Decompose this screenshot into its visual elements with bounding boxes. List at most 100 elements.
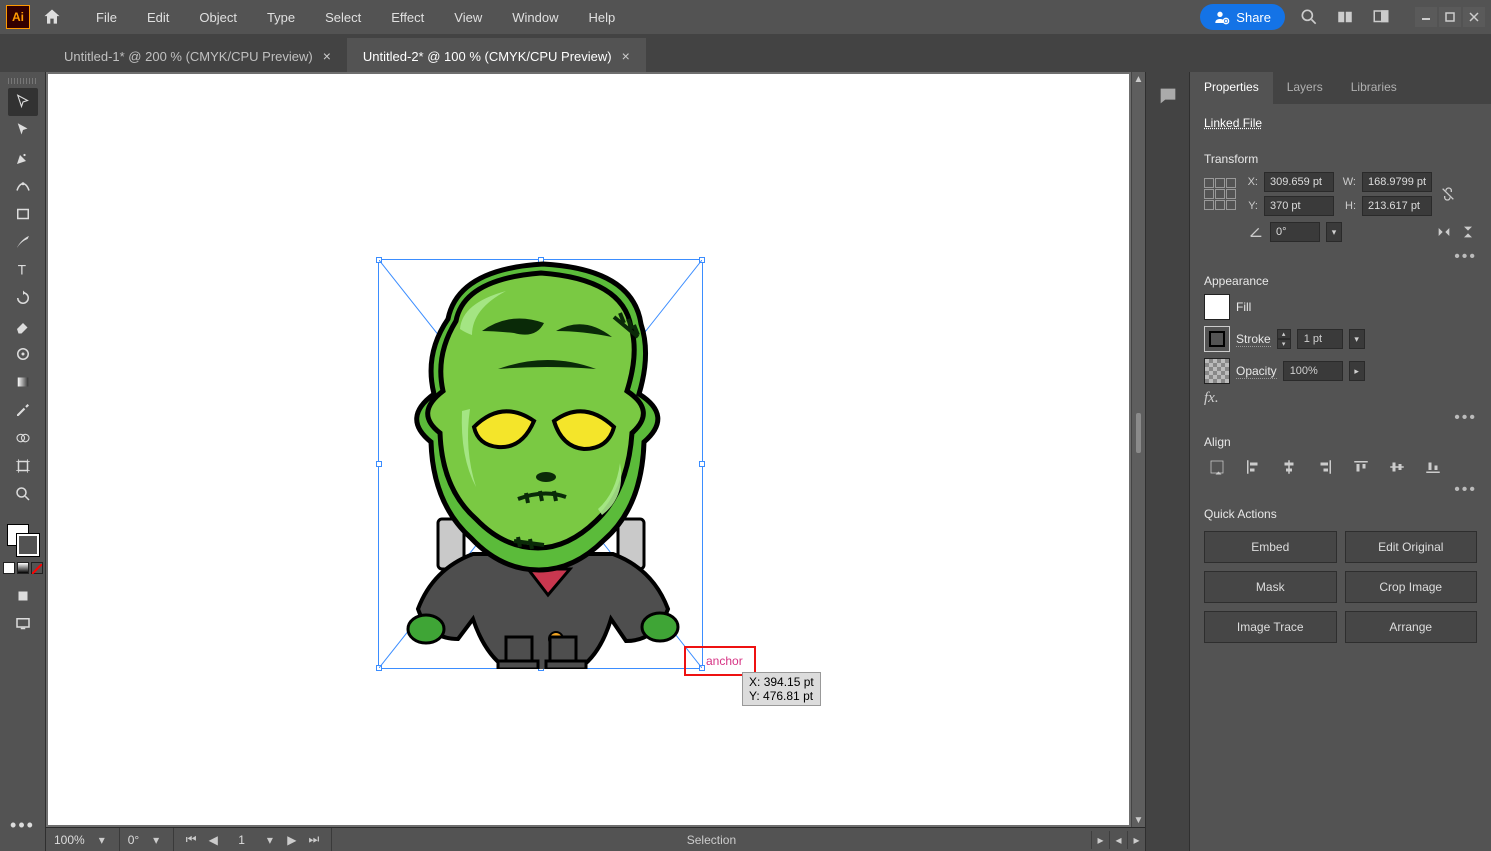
width-tool[interactable] (8, 340, 38, 368)
tab-untitled-2[interactable]: Untitled-2* @ 100 % (CMYK/CPU Preview) × (347, 38, 646, 72)
stroke-weight-stepper[interactable]: ▴▾ (1277, 329, 1291, 349)
menu-object[interactable]: Object (185, 6, 251, 29)
flip-vertical-icon[interactable] (1459, 223, 1477, 241)
menu-window[interactable]: Window (498, 6, 572, 29)
w-input[interactable] (1362, 172, 1432, 192)
constrain-proportions-icon[interactable] (1438, 184, 1458, 204)
stroke-weight-value[interactable]: 1 pt (1297, 329, 1343, 349)
arrange-button[interactable]: Arrange (1345, 611, 1478, 643)
angle-input[interactable] (1270, 222, 1320, 242)
close-button[interactable] (1463, 7, 1485, 27)
draw-mode-icon[interactable] (8, 582, 38, 610)
align-right-icon[interactable] (1312, 455, 1338, 479)
screen-mode-icon[interactable] (8, 610, 38, 638)
stroke-label[interactable]: Stroke (1236, 332, 1271, 347)
brush-tool[interactable] (8, 228, 38, 256)
align-more-options[interactable]: ••• (1204, 481, 1477, 499)
appearance-more-options[interactable]: ••• (1204, 409, 1477, 427)
close-icon[interactable]: × (323, 48, 331, 64)
artboard-tool[interactable] (8, 452, 38, 480)
stroke-weight-dropdown[interactable]: ▾ (1349, 329, 1365, 349)
align-hcenter-icon[interactable] (1276, 455, 1302, 479)
fill-swatch[interactable] (1204, 294, 1230, 320)
x-input[interactable] (1264, 172, 1334, 192)
opacity-value[interactable]: 100% (1283, 361, 1343, 381)
flip-horizontal-icon[interactable] (1435, 223, 1453, 241)
menu-select[interactable]: Select (311, 6, 375, 29)
menu-help[interactable]: Help (574, 6, 629, 29)
opacity-dropdown[interactable]: ▸ (1349, 361, 1365, 381)
shape-builder-tool[interactable] (8, 424, 38, 452)
tab-libraries[interactable]: Libraries (1337, 72, 1411, 104)
close-icon[interactable]: × (622, 48, 630, 64)
scroll-left-button[interactable]: ◂ (1109, 831, 1127, 849)
mask-button[interactable]: Mask (1204, 571, 1337, 603)
tab-properties[interactable]: Properties (1190, 72, 1273, 104)
rectangle-tool[interactable] (8, 200, 38, 228)
fill-stroke-swatches[interactable] (7, 524, 39, 556)
stroke-swatch[interactable] (17, 534, 39, 556)
selection-type-label[interactable]: Linked File (1204, 116, 1262, 130)
artboard-dropdown[interactable]: ▾ (261, 832, 279, 848)
effects-button[interactable]: fx. (1204, 390, 1477, 407)
gradient-mode-icon[interactable] (17, 562, 29, 574)
edit-original-button[interactable]: Edit Original (1345, 531, 1478, 563)
reference-point-grid[interactable] (1204, 178, 1236, 210)
tab-untitled-1[interactable]: Untitled-1* @ 200 % (CMYK/CPU Preview) × (48, 38, 347, 72)
scroll-menu-button[interactable]: ▸ (1091, 831, 1109, 849)
menu-edit[interactable]: Edit (133, 6, 183, 29)
curvature-tool[interactable] (8, 172, 38, 200)
prev-artboard-button[interactable]: ◀ (204, 832, 222, 848)
vertical-scrollbar[interactable]: ▲ ▼ (1131, 72, 1145, 827)
minimize-button[interactable] (1415, 7, 1437, 27)
maximize-button[interactable] (1439, 7, 1461, 27)
angle-dropdown[interactable]: ▾ (1326, 222, 1342, 242)
crop-image-button[interactable]: Crop Image (1345, 571, 1478, 603)
home-icon[interactable] (40, 5, 64, 29)
selection-tool[interactable] (8, 88, 38, 116)
transform-more-options[interactable]: ••• (1204, 248, 1477, 266)
scroll-right-button[interactable]: ▸ (1127, 831, 1145, 849)
zoom-tool[interactable] (8, 480, 38, 508)
comments-icon[interactable] (1154, 82, 1182, 110)
tab-layers[interactable]: Layers (1273, 72, 1337, 104)
share-button[interactable]: Share (1200, 4, 1285, 30)
h-input[interactable] (1362, 196, 1432, 216)
align-left-icon[interactable] (1240, 455, 1266, 479)
eraser-tool[interactable] (8, 312, 38, 340)
opacity-label[interactable]: Opacity (1236, 364, 1277, 379)
search-icon[interactable] (1297, 5, 1321, 29)
y-input[interactable] (1264, 196, 1334, 216)
menu-effect[interactable]: Effect (377, 6, 438, 29)
align-vcenter-icon[interactable] (1384, 455, 1410, 479)
last-artboard-button[interactable]: ⏭ (305, 832, 323, 848)
color-mode-icon[interactable] (3, 562, 15, 574)
image-trace-button[interactable]: Image Trace (1204, 611, 1337, 643)
rotate-dropdown[interactable]: ▾ (147, 832, 165, 848)
none-mode-icon[interactable] (31, 562, 43, 574)
menu-file[interactable]: File (82, 6, 131, 29)
rotate-tool[interactable] (8, 284, 38, 312)
panel-grip[interactable] (8, 78, 38, 84)
stroke-swatch[interactable] (1204, 326, 1230, 352)
eyedropper-tool[interactable] (8, 396, 38, 424)
align-to-dropdown[interactable] (1204, 455, 1230, 479)
embed-button[interactable]: Embed (1204, 531, 1337, 563)
edit-toolbar-button[interactable]: ••• (8, 811, 38, 839)
opacity-swatch[interactable] (1204, 358, 1230, 384)
gradient-tool[interactable] (8, 368, 38, 396)
zoom-dropdown[interactable]: ▾ (93, 832, 111, 848)
canvas[interactable]: anchor X: 394.15 pt Y: 476.81 pt (46, 72, 1131, 827)
menu-type[interactable]: Type (253, 6, 309, 29)
next-artboard-button[interactable]: ▶ (283, 832, 301, 848)
workspace-icon[interactable] (1369, 5, 1393, 29)
direct-selection-tool[interactable] (8, 116, 38, 144)
pen-tool[interactable] (8, 144, 38, 172)
menu-view[interactable]: View (440, 6, 496, 29)
type-tool[interactable]: T (8, 256, 38, 284)
first-artboard-button[interactable]: ⏮ (182, 832, 200, 848)
tab-label: Untitled-1* @ 200 % (CMYK/CPU Preview) (64, 49, 313, 64)
align-top-icon[interactable] (1348, 455, 1374, 479)
align-bottom-icon[interactable] (1420, 455, 1446, 479)
arrange-docs-icon[interactable] (1333, 5, 1357, 29)
